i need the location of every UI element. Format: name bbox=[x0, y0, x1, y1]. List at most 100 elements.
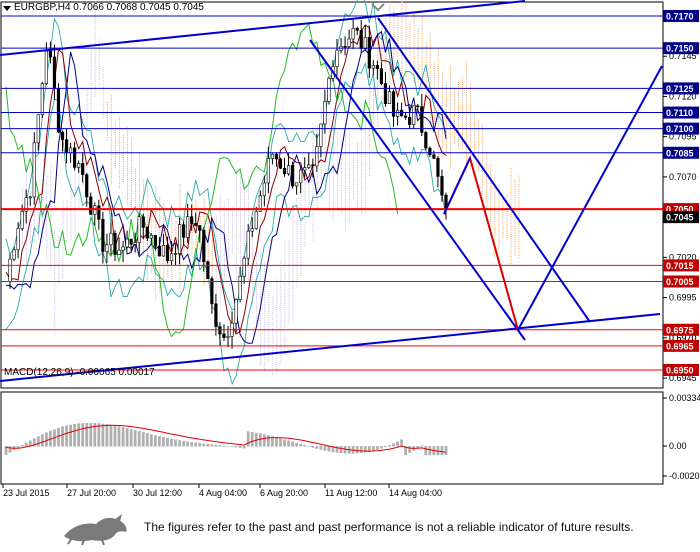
cloud-dot bbox=[429, 50, 431, 52]
level-tag-label: 0.7110 bbox=[666, 108, 693, 118]
cloud-dot bbox=[482, 195, 484, 197]
cloud-dot bbox=[445, 108, 447, 110]
cloud-dot bbox=[425, 81, 427, 83]
cloud-dot bbox=[332, 204, 334, 206]
candle-body bbox=[282, 168, 287, 175]
cloud-dot bbox=[280, 306, 282, 308]
cloud-dot bbox=[239, 231, 241, 233]
cloud-dot bbox=[502, 212, 504, 214]
cloud-dot bbox=[82, 149, 84, 151]
cloud-dot bbox=[466, 153, 468, 155]
cloud-dot bbox=[470, 125, 472, 127]
cloud-dot bbox=[377, 118, 379, 120]
cloud-dot bbox=[506, 230, 508, 232]
cloud-dot bbox=[264, 299, 266, 301]
cloud-dot bbox=[106, 123, 108, 125]
candle-body bbox=[109, 232, 113, 246]
cloud-dot bbox=[361, 143, 363, 145]
cloud-dot bbox=[175, 223, 177, 225]
cloud-dot bbox=[26, 259, 28, 261]
cloud-dot bbox=[147, 191, 149, 193]
cloud-dot bbox=[54, 232, 56, 234]
cloud-dot bbox=[377, 83, 379, 85]
cloud-dot bbox=[74, 231, 76, 233]
cloud-dot bbox=[344, 194, 346, 196]
cloud-dot bbox=[260, 330, 262, 332]
cloud-dot bbox=[239, 260, 241, 262]
cloud-dot bbox=[457, 110, 459, 112]
cloud-dot bbox=[328, 200, 330, 202]
cloud-dot bbox=[441, 78, 443, 80]
cloud-dot bbox=[280, 300, 282, 302]
cloud-dot bbox=[304, 241, 306, 243]
cloud-dot bbox=[272, 316, 274, 318]
cloud-dot bbox=[203, 275, 205, 277]
cloud-dot bbox=[159, 220, 161, 222]
cloud-dot bbox=[110, 125, 112, 127]
cloud-dot bbox=[122, 154, 124, 156]
cloud-dot bbox=[312, 195, 314, 197]
cloud-dot bbox=[122, 159, 124, 161]
cloud-dot bbox=[417, 79, 419, 81]
cloud-dot bbox=[54, 307, 56, 309]
cloud-dot bbox=[50, 188, 52, 190]
cloud-dot bbox=[62, 238, 64, 240]
cloud-dot bbox=[332, 180, 334, 182]
cloud-dot bbox=[296, 253, 298, 255]
cloud-dot bbox=[82, 185, 84, 187]
cloud-dot bbox=[288, 305, 290, 307]
cloud-dot bbox=[252, 256, 254, 258]
cloud-dot bbox=[284, 353, 286, 355]
symbol-dropdown-icon[interactable] bbox=[3, 6, 11, 11]
cloud-dot bbox=[78, 192, 80, 194]
cloud-dot bbox=[54, 333, 56, 335]
cloud-dot bbox=[66, 204, 68, 206]
cloud-dot bbox=[264, 297, 266, 299]
cloud-dot bbox=[336, 207, 338, 209]
cloud-dot bbox=[139, 203, 141, 205]
cloud-dot bbox=[215, 235, 217, 237]
cloud-dot bbox=[405, 35, 407, 37]
cloud-dot bbox=[462, 132, 463, 134]
cloud-dot bbox=[102, 113, 104, 115]
macd-bar bbox=[214, 444, 218, 447]
macd-bar bbox=[109, 424, 113, 447]
cloud-dot bbox=[300, 215, 302, 217]
cloud-dot bbox=[312, 191, 314, 193]
cloud-dot bbox=[110, 117, 112, 119]
cloud-dot bbox=[365, 164, 367, 166]
cloud-dot bbox=[191, 238, 193, 240]
cloud-dot bbox=[441, 137, 443, 139]
cloud-dot bbox=[340, 159, 342, 161]
cloud-dot bbox=[433, 101, 435, 103]
macd-bar bbox=[319, 446, 323, 450]
cloud-dot bbox=[417, 61, 419, 63]
cloud-dot bbox=[510, 176, 512, 178]
cloud-dot bbox=[312, 202, 314, 204]
cloud-dot bbox=[179, 289, 181, 291]
cloud-dot bbox=[365, 182, 367, 184]
cloud-dot bbox=[348, 192, 350, 194]
cloud-dot bbox=[514, 181, 516, 183]
cloud-dot bbox=[344, 139, 346, 141]
cloud-dot bbox=[272, 347, 274, 349]
cloud-dot bbox=[122, 176, 124, 178]
cloud-dot bbox=[502, 234, 504, 236]
cloud-dot bbox=[34, 231, 36, 233]
cloud-dot bbox=[486, 185, 488, 187]
cloud-dot bbox=[244, 225, 246, 227]
cloud-dot bbox=[389, 10, 391, 12]
cloud-dot bbox=[514, 232, 516, 234]
cloud-dot bbox=[397, 33, 399, 35]
cloud-dot bbox=[268, 321, 270, 323]
cloud-dot bbox=[449, 168, 451, 170]
cloud-dot bbox=[219, 224, 221, 226]
cloud-dot bbox=[235, 274, 237, 276]
cloud-dot bbox=[219, 299, 221, 301]
cloud-dot bbox=[353, 162, 355, 164]
cloud-dot bbox=[231, 252, 233, 254]
cloud-dot bbox=[336, 149, 338, 151]
cloud-dot bbox=[231, 228, 233, 230]
cloud-dot bbox=[191, 251, 193, 253]
macd-bar bbox=[36, 436, 40, 447]
